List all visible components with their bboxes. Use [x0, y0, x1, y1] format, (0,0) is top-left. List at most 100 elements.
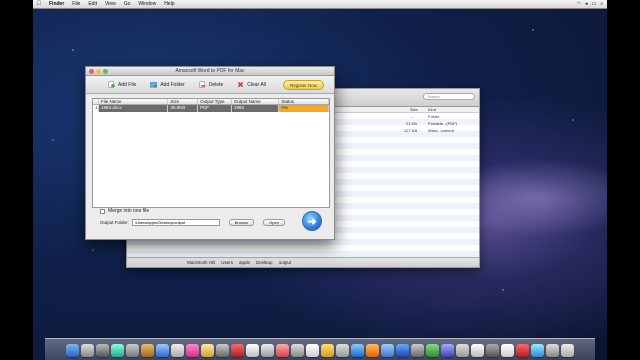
menu-edit[interactable]: Edit [84, 1, 101, 7]
row-size: 30.9KB [168, 105, 199, 112]
window-title: Amacsoft Word to PDF for Mac [175, 68, 245, 74]
app-dock-icon[interactable] [531, 344, 544, 357]
col-output-name[interactable]: Output Name [232, 99, 280, 104]
finder-col-size[interactable]: Size [410, 107, 418, 112]
clear-all-icon [238, 81, 244, 88]
add-file-button[interactable]: Add File [108, 81, 136, 88]
add-folder-button[interactable]: Add Folder [150, 81, 185, 88]
menu-go[interactable]: Go [120, 1, 135, 7]
status-area: ◠ ◂ ▭ ⌕ [577, 1, 607, 7]
convert-button[interactable]: ➜ [302, 211, 322, 231]
notes-dock-icon[interactable] [321, 344, 334, 357]
app-dock-icon[interactable] [291, 344, 304, 357]
app-dock-icon[interactable] [366, 344, 379, 357]
app-dock-icon[interactable] [441, 344, 454, 357]
menu-finder[interactable]: Finder [45, 1, 68, 7]
clear-all-label: Clear All [247, 81, 266, 88]
menu-window[interactable]: Window [134, 1, 160, 7]
table-row[interactable]: 1 1984.docx 30.9KB PDF 1984 0% [93, 105, 329, 112]
row-status: 0% [279, 105, 329, 112]
menu-file[interactable]: File [68, 1, 84, 7]
app-dock-icon[interactable] [186, 344, 199, 357]
app-dock-icon[interactable] [351, 344, 364, 357]
row-output-type[interactable]: PDF [198, 105, 232, 112]
app-dock-icon[interactable] [501, 344, 514, 357]
finder-col-kind[interactable]: Kind [428, 107, 436, 112]
app-dock-icon[interactable] [231, 344, 244, 357]
finder-search-field[interactable]: Search [423, 93, 475, 100]
register-now-button[interactable]: Register Now [282, 80, 324, 90]
app-dock-icon[interactable] [456, 344, 469, 357]
app-dock-icon[interactable] [486, 344, 499, 357]
finder-dock-icon[interactable] [66, 344, 79, 357]
clear-all-button[interactable]: Clear All [237, 81, 266, 88]
spotlight-icon[interactable]: ⌕ [600, 1, 603, 7]
file-table: File Name Size Output Type Output Name S… [92, 98, 330, 208]
delete-button[interactable]: Delete [199, 81, 223, 88]
path-item[interactable]: output [279, 260, 292, 265]
window-controls [89, 69, 108, 74]
app-dock-icon[interactable] [201, 344, 214, 357]
window-titlebar[interactable]: Amacsoft Word to PDF for Mac [86, 67, 334, 76]
browse-button[interactable]: Browse [228, 219, 255, 226]
converter-window: Amacsoft Word to PDF for Mac Add File Ad… [85, 66, 335, 240]
output-folder-field[interactable] [131, 219, 220, 226]
menu-help[interactable]: Help [160, 1, 178, 7]
row-output-name[interactable]: 1984 [231, 105, 280, 112]
delete-label: Delete [208, 81, 224, 88]
merge-option[interactable]: Merge into one file [100, 208, 149, 214]
finder-path-bar: Macintosh HD Users apple Desktop output [127, 257, 479, 267]
open-button[interactable]: Open [263, 219, 285, 226]
app-dock-icon[interactable] [336, 344, 349, 357]
path-item[interactable]: Users [221, 260, 233, 265]
delete-icon [199, 81, 206, 88]
merge-checkbox[interactable] [100, 208, 105, 214]
app-dock-icon[interactable] [261, 344, 274, 357]
row-file-name: 1984.docx [98, 105, 169, 112]
menu-bar:  Finder File Edit View Go Window Help ◠… [33, 0, 607, 9]
wifi-icon[interactable]: ◠ [577, 1, 581, 7]
add-folder-icon [150, 82, 158, 88]
desktop:  Finder File Edit View Go Window Help ◠… [33, 0, 607, 360]
add-file-icon [108, 81, 115, 88]
zoom-button[interactable] [103, 69, 108, 74]
launchpad-dock-icon[interactable] [81, 344, 94, 357]
menu-view[interactable]: View [101, 1, 120, 7]
app-dock-icon[interactable] [126, 344, 139, 357]
path-item[interactable]: Desktop [256, 260, 273, 265]
path-item[interactable]: apple [239, 260, 250, 265]
battery-icon[interactable]: ▭ [591, 1, 596, 7]
col-output-type[interactable]: Output Type [198, 99, 232, 104]
app-dock-icon[interactable] [396, 344, 409, 357]
calendar-dock-icon[interactable] [306, 344, 319, 357]
app-dock-icon[interactable] [516, 344, 529, 357]
finder-row-kind: Portable...(PDF) [428, 121, 457, 126]
path-item[interactable]: Macintosh HD [187, 260, 215, 265]
trash-dock-icon[interactable] [561, 344, 574, 357]
add-folder-label: Add Folder [160, 81, 185, 88]
add-file-label: Add File [118, 81, 137, 88]
col-file-name[interactable]: File Name [99, 99, 169, 104]
app-dock-icon[interactable] [411, 344, 424, 357]
mission-control-dock-icon[interactable] [96, 344, 109, 357]
app-dock-icon[interactable] [381, 344, 394, 357]
app-dock-icon[interactable] [471, 344, 484, 357]
close-button[interactable] [89, 69, 94, 74]
volume-icon[interactable]: ◂ [585, 1, 588, 7]
apple-menu-icon[interactable]:  [33, 1, 45, 7]
downloads-dock-icon[interactable] [546, 344, 559, 357]
app-dock-icon[interactable] [171, 344, 184, 357]
finder-row-size: -- [410, 114, 413, 119]
col-status[interactable]: Status [279, 99, 329, 104]
app-toolbar: Add File Add Folder Delete Clear All Reg… [86, 76, 334, 94]
safari-dock-icon[interactable] [156, 344, 169, 357]
minimize-button[interactable] [96, 69, 101, 74]
app-dock-icon[interactable] [246, 344, 259, 357]
col-size[interactable]: Size [168, 99, 199, 104]
app-dock-icon[interactable] [216, 344, 229, 357]
app-dock-icon[interactable] [111, 344, 124, 357]
app-dock-icon[interactable] [426, 344, 439, 357]
app-dock-icon[interactable] [141, 344, 154, 357]
finder-row-kind: Word...cument [428, 128, 454, 133]
app-dock-icon[interactable] [276, 344, 289, 357]
